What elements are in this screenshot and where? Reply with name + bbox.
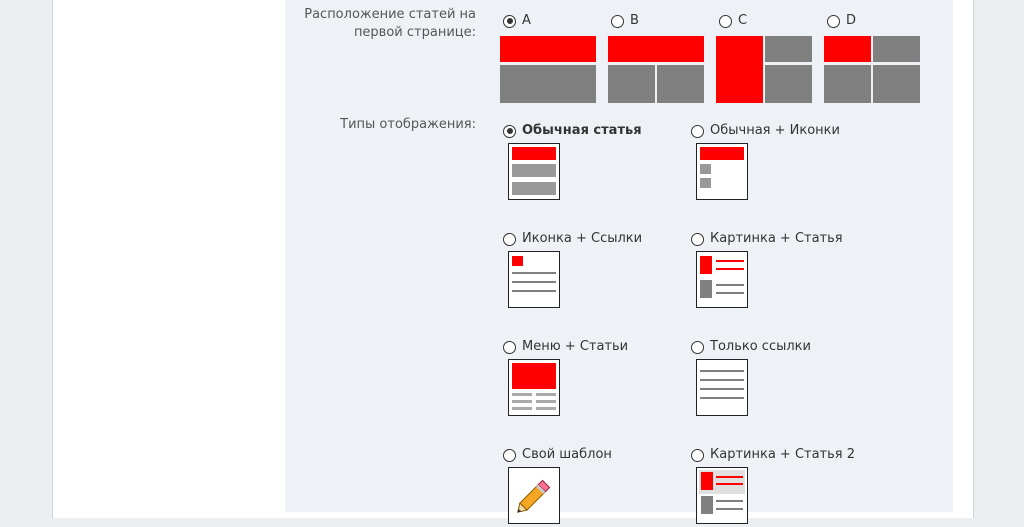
display-option-picture-article-label: Картинка + Статья <box>710 231 843 246</box>
regular-icons-icon[interactable] <box>696 143 748 200</box>
layout-label: Расположение статей на первой странице: <box>290 6 476 42</box>
radio-custom[interactable] <box>503 448 516 462</box>
display-option-menu-articles[interactable]: Меню + Статьи <box>503 340 628 354</box>
layout-option-d[interactable]: D <box>827 14 856 28</box>
display-option-menu-articles-label: Меню + Статьи <box>522 339 629 354</box>
picture-article-icon[interactable] <box>696 251 748 308</box>
radio-links-only[interactable] <box>691 340 704 354</box>
display-option-custom-label: Свой шаблон <box>522 447 612 462</box>
layout-label-line2: первой странице: <box>353 25 476 40</box>
display-option-regular[interactable]: Обычная статья <box>503 124 642 138</box>
radio-icon-links[interactable] <box>503 232 516 246</box>
layout-preview-c[interactable] <box>716 36 812 103</box>
display-option-regular-label: Обычная статья <box>522 123 642 138</box>
display-types-label: Типы отображения: <box>340 117 476 132</box>
pencil-icon[interactable] <box>508 467 560 524</box>
layout-preview-d[interactable] <box>824 36 920 103</box>
radio-d[interactable] <box>827 14 840 28</box>
radio-c[interactable] <box>719 14 732 28</box>
layout-option-b[interactable]: B <box>611 14 639 28</box>
radio-menu-articles[interactable] <box>503 340 516 354</box>
display-option-picture-article[interactable]: Картинка + Статья <box>691 232 843 246</box>
layout-label-line1: Расположение статей на <box>304 7 476 22</box>
layout-preview-b[interactable] <box>608 36 704 103</box>
display-option-picture-article-2-label: Картинка + Статья 2 <box>710 447 856 462</box>
display-option-icon-links[interactable]: Иконка + Ссылки <box>503 232 642 246</box>
display-option-regular-icons-label: Обычная + Иконки <box>710 123 840 138</box>
display-option-regular-icons[interactable]: Обычная + Иконки <box>691 124 840 138</box>
display-option-links-only[interactable]: Только ссылки <box>691 340 811 354</box>
radio-picture-article[interactable] <box>691 232 704 246</box>
radio-a[interactable] <box>503 14 516 28</box>
radio-b[interactable] <box>611 14 624 28</box>
layout-option-a-label: A <box>522 13 531 28</box>
layout-option-b-label: B <box>630 13 639 28</box>
radio-regular[interactable] <box>503 124 516 138</box>
icon-links-icon[interactable] <box>508 251 560 308</box>
layout-option-a[interactable]: A <box>503 14 531 28</box>
display-option-icon-links-label: Иконка + Ссылки <box>522 231 643 246</box>
layout-preview-a[interactable] <box>500 36 596 103</box>
display-option-custom[interactable]: Свой шаблон <box>503 448 612 462</box>
display-option-links-only-label: Только ссылки <box>710 339 811 354</box>
picture-article-2-icon[interactable] <box>696 467 748 524</box>
layout-option-c-label: C <box>738 13 748 28</box>
layout-option-d-label: D <box>846 13 857 28</box>
radio-regular-icons[interactable] <box>691 124 704 138</box>
regular-article-icon[interactable] <box>508 143 560 200</box>
pencil-icon-svg <box>517 479 551 513</box>
links-only-icon[interactable] <box>696 359 748 416</box>
layout-option-c[interactable]: C <box>719 14 747 28</box>
display-option-picture-article-2[interactable]: Картинка + Статья 2 <box>691 448 855 462</box>
menu-articles-icon[interactable] <box>508 359 560 416</box>
radio-picture-article-2[interactable] <box>691 448 704 462</box>
